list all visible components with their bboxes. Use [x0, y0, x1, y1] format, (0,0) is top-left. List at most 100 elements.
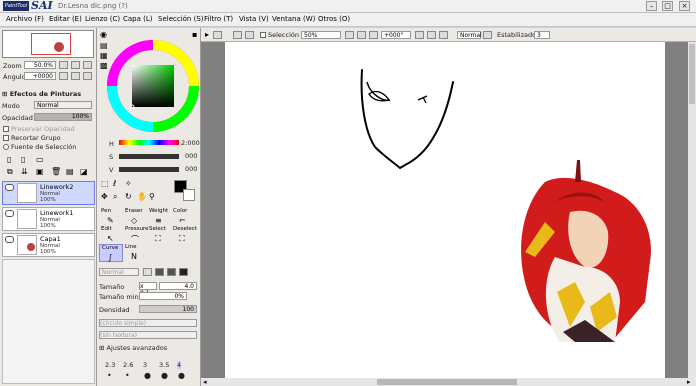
preset-dot-icon[interactable]: ● [144, 371, 151, 380]
preset-size[interactable]: 2.3 [105, 361, 115, 369]
toolbar-zoom-in[interactable] [357, 31, 366, 39]
toolbar-rotate-left[interactable] [415, 31, 424, 39]
zoom-value[interactable]: 50.0% [24, 61, 56, 69]
scroll-right-icon[interactable]: ▸ [687, 378, 691, 386]
tool-eraser[interactable]: Eraser ◇ [123, 208, 147, 226]
hue-slider[interactable] [119, 140, 179, 145]
eye-icon[interactable] [5, 236, 14, 243]
menu-vista[interactable]: Vista (V) [239, 15, 269, 23]
vertical-scrollbar[interactable] [688, 42, 696, 378]
brush-texture-select[interactable]: (sin textura) [99, 331, 197, 339]
horizontal-scroll-thumb[interactable] [377, 379, 517, 385]
menu-capa[interactable]: Capa (L) [123, 15, 153, 23]
color-wheel-tab-icon[interactable]: ◉ [100, 31, 107, 39]
stabilizer-value[interactable]: 3 [534, 31, 550, 39]
scroll-left-icon[interactable]: ◂ [203, 378, 207, 386]
zoom-reset-button[interactable] [83, 61, 92, 69]
flip-button[interactable] [483, 31, 492, 39]
brush-edge-button[interactable] [167, 268, 176, 276]
navigator-thumbnail[interactable] [2, 30, 94, 58]
toolbar-zoom-out[interactable] [345, 31, 354, 39]
rotate-left-button[interactable] [59, 72, 68, 80]
zoom-in-button[interactable] [71, 61, 80, 69]
min-size-value[interactable]: 0% [139, 292, 187, 300]
undo-button[interactable] [213, 31, 222, 39]
angle-value[interactable]: +0000 [24, 72, 56, 80]
clear-layer-icon[interactable]: ▣ [36, 168, 44, 176]
clip-group-checkbox[interactable] [3, 135, 9, 141]
minimize-button[interactable]: – [646, 1, 657, 11]
tab-arrow-icon[interactable]: ▸ [205, 31, 209, 39]
navigator-viewport[interactable] [31, 33, 71, 55]
vertical-scroll-area[interactable] [666, 42, 696, 378]
tool-pen[interactable]: Pen ✎ [99, 208, 123, 226]
toolbar-zoom-reset[interactable] [369, 31, 378, 39]
background-color-swatch[interactable] [183, 189, 195, 201]
preset-dot-icon[interactable]: ● [178, 371, 185, 380]
saturation-slider[interactable] [119, 154, 179, 159]
mode-select[interactable]: Normal [34, 101, 92, 109]
copy-layer-icon[interactable]: ⧉ [7, 168, 13, 176]
tool-deselect[interactable]: Deselect ⛶ [171, 226, 197, 244]
density-value[interactable]: 100 [139, 305, 197, 313]
new-layer-icon[interactable]: ▯ [7, 156, 11, 164]
preset-size[interactable]: 4 [177, 361, 182, 369]
toolbar-angle-value[interactable]: +000° [381, 31, 411, 39]
maximize-button[interactable]: □ [662, 1, 673, 11]
merge-down-icon[interactable]: ⇊ [21, 168, 28, 176]
menu-editar[interactable]: Editar (E) [49, 15, 82, 23]
menu-lienzo[interactable]: Lienzo (C) [85, 15, 120, 23]
rotate-reset-button[interactable] [83, 72, 92, 80]
tool-curve[interactable]: Curve ∫ [99, 244, 123, 262]
toolbar-rotate-reset[interactable] [439, 31, 448, 39]
tool-line[interactable]: Line N [123, 244, 147, 262]
layer-properties-icon[interactable]: ▤ [66, 168, 74, 176]
tool-select[interactable]: Select ⛶ [147, 226, 171, 244]
new-linework-layer-icon[interactable]: ▯ [21, 156, 25, 164]
preset-dot-icon[interactable]: ● [161, 371, 168, 380]
layer-mask-icon[interactable]: ◪ [80, 168, 88, 176]
close-button[interactable]: × [679, 1, 690, 11]
menu-otros[interactable]: Otros (O) [318, 15, 350, 23]
advanced-settings-toggle[interactable]: ⊞ Ajustes avanzados [99, 344, 167, 352]
zoom-out-button[interactable] [59, 61, 68, 69]
rotate-right-button[interactable] [71, 72, 80, 80]
eyedropper-icon[interactable]: ⚲ [149, 193, 155, 201]
brush-edge-button[interactable] [155, 268, 164, 276]
layer-row[interactable]: Linework1 Normal 100% [2, 207, 95, 231]
tool-pressure[interactable]: Pressure ⌒ [123, 226, 149, 244]
menu-filtro[interactable]: Filtro (T) [204, 15, 233, 23]
rotate-tool-icon[interactable]: ↻ [125, 193, 132, 201]
eye-icon[interactable] [5, 184, 14, 191]
deselect-button[interactable] [245, 31, 254, 39]
preset-size[interactable]: 3.5 [159, 361, 169, 369]
brush-shape-select[interactable]: (círculo simple) [99, 319, 197, 327]
preset-dot-icon[interactable]: • [125, 371, 130, 380]
panel-close-icon[interactable]: ▪ [192, 31, 197, 39]
menu-ventana[interactable]: Ventana (W) [272, 15, 315, 23]
vertical-scroll-thumb[interactable] [689, 44, 695, 104]
preset-size[interactable]: 3 [143, 361, 147, 369]
selection-checkbox[interactable] [260, 32, 266, 38]
magic-wand-icon[interactable]: ✧ [125, 180, 132, 188]
horizontal-scrollbar[interactable]: ◂ ▸ [201, 378, 696, 386]
menu-archivo[interactable]: Archivo (F) [6, 15, 44, 23]
delete-layer-icon[interactable]: 🗑 [51, 168, 61, 176]
size-value[interactable]: 4.0 [159, 282, 197, 290]
opacity-slider[interactable]: 100% [34, 113, 92, 121]
drawing-canvas[interactable] [225, 42, 665, 378]
blend-mode-select[interactable]: Normal [99, 268, 139, 276]
brush-edge-button[interactable] [143, 268, 152, 276]
brush-edge-button[interactable] [179, 268, 188, 276]
toolbar-mode-select[interactable]: Normal [457, 31, 482, 39]
selection-source-checkbox[interactable] [3, 144, 9, 150]
tool-color[interactable]: Color ⌐ [171, 208, 195, 226]
preset-size[interactable]: 2.6 [123, 361, 133, 369]
rect-select-icon[interactable]: ⬚ [101, 180, 109, 188]
toolbar-zoom-value[interactable]: 50% [301, 31, 341, 39]
redo-button[interactable] [233, 31, 242, 39]
size-multiplier[interactable]: x 0.1 [139, 282, 157, 297]
menu-seleccion[interactable]: Selección (S) [158, 15, 204, 23]
value-slider[interactable] [119, 167, 179, 172]
tool-weight[interactable]: Weight ≡ [147, 208, 171, 226]
